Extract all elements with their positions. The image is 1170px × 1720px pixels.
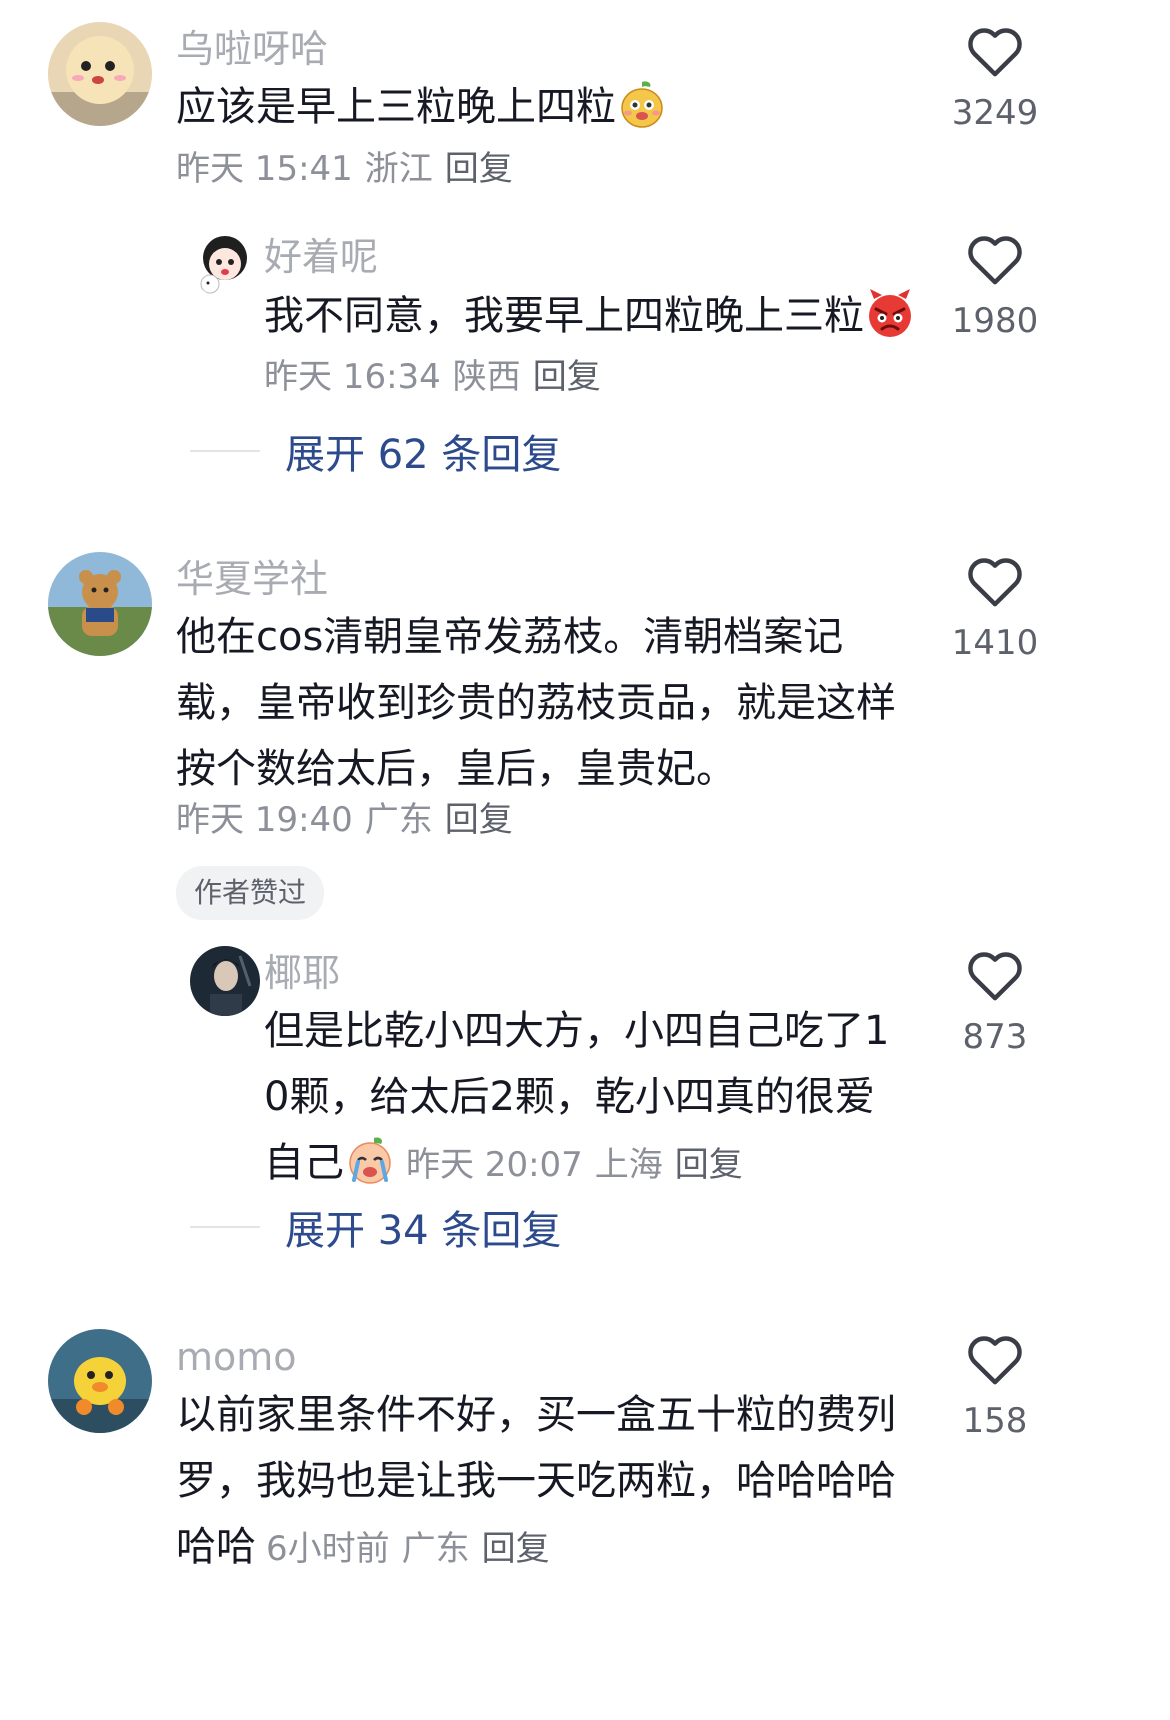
- comment-location: 浙江: [364, 149, 433, 189]
- comment-meta: 昨天 15:41 浙江 回复: [176, 152, 513, 186]
- reply-meta: 昨天 16:34 陕西 回复: [264, 360, 601, 394]
- like-count: 158: [962, 1401, 1028, 1441]
- comment-meta: 昨天 19:40 广东 回复: [176, 803, 513, 837]
- divider: [190, 1226, 260, 1228]
- avatar[interactable]: [48, 1329, 152, 1433]
- pear-face-emoji: [616, 78, 668, 130]
- like-count: 1410: [951, 623, 1039, 663]
- avatar[interactable]: [190, 228, 260, 298]
- author-liked-badge: 作者赞过: [176, 866, 325, 920]
- reply-date: 昨天 16:34: [264, 357, 441, 397]
- like-count: 873: [962, 1017, 1028, 1057]
- heart-icon: [968, 28, 1022, 77]
- like-button[interactable]: 158: [930, 1334, 1060, 1438]
- reply-button[interactable]: 回复: [482, 1529, 550, 1569]
- avatar[interactable]: [48, 552, 152, 656]
- comment-text: 应该是早上三粒晚上四粒: [176, 74, 921, 140]
- like-button[interactable]: 1410: [930, 556, 1060, 660]
- reply-username[interactable]: 好着呢: [264, 238, 378, 276]
- reply-button[interactable]: 回复: [445, 800, 513, 840]
- comment-date: 6小时前: [266, 1529, 390, 1569]
- expand-replies-button[interactable]: 展开 62 条回复: [190, 426, 561, 478]
- divider: [190, 450, 260, 452]
- comment-location: 广东: [364, 800, 433, 840]
- heart-icon: [968, 558, 1022, 607]
- expand-replies-label[interactable]: 展开 62 条回复: [285, 422, 561, 480]
- like-button[interactable]: 3249: [930, 26, 1060, 130]
- reply-button[interactable]: 回复: [675, 1145, 743, 1185]
- reply-text: 但是比乾小四大方，小四自己吃了10颗，给太后2颗，乾小四真的很爱自己 昨天 20…: [264, 998, 914, 1198]
- comment-meta: 6小时前 广东 回复: [266, 1529, 550, 1569]
- reply-date: 昨天 20:07: [406, 1145, 583, 1185]
- reply-button[interactable]: 回复: [445, 149, 513, 189]
- reply-text: 我不同意，我要早上四粒晚上三粒: [264, 283, 944, 349]
- comment-date: 昨天 15:41: [176, 149, 353, 189]
- comment-username[interactable]: 华夏学社: [176, 560, 328, 598]
- comment-location: 广东: [401, 1529, 470, 1569]
- comment-text-body: 应该是早上三粒晚上四粒: [176, 84, 616, 130]
- like-button[interactable]: 1980: [930, 234, 1060, 338]
- reply-location: 上海: [594, 1145, 663, 1185]
- expand-replies-label[interactable]: 展开 34 条回复: [285, 1198, 561, 1256]
- like-count: 3249: [951, 93, 1039, 133]
- heart-icon: [968, 1336, 1022, 1385]
- comment-date: 昨天 19:40: [176, 800, 353, 840]
- avatar[interactable]: [48, 22, 152, 126]
- reply-username[interactable]: 椰耶: [264, 954, 340, 992]
- reply-button[interactable]: 回复: [533, 357, 601, 397]
- like-count: 1980: [951, 301, 1039, 341]
- comment-text: 以前家里条件不好，买一盒五十粒的费列罗，我妈也是让我一天吃两粒，哈哈哈哈哈哈 6小…: [176, 1382, 921, 1582]
- expand-replies-button[interactable]: 展开 34 条回复: [190, 1202, 561, 1254]
- comment-username[interactable]: 乌啦呀哈: [176, 30, 328, 68]
- comment-username[interactable]: momo: [176, 1338, 297, 1376]
- heart-icon: [968, 236, 1022, 285]
- reply-text-body: 我不同意，我要早上四粒晚上三粒: [264, 293, 864, 339]
- reply-location: 陕西: [452, 357, 521, 397]
- comment-text: 他在cos清朝皇帝发荔枝。清朝档案记载，皇帝收到珍贵的荔枝贡品，就是这样按个数给…: [176, 614, 896, 792]
- crying-face-emoji: [344, 1134, 396, 1186]
- reply-meta: 昨天 20:07 上海 回复: [406, 1145, 743, 1185]
- angry-face-emoji: [864, 287, 916, 339]
- like-button[interactable]: 873: [930, 950, 1060, 1054]
- avatar[interactable]: [190, 946, 260, 1016]
- heart-icon: [968, 952, 1022, 1001]
